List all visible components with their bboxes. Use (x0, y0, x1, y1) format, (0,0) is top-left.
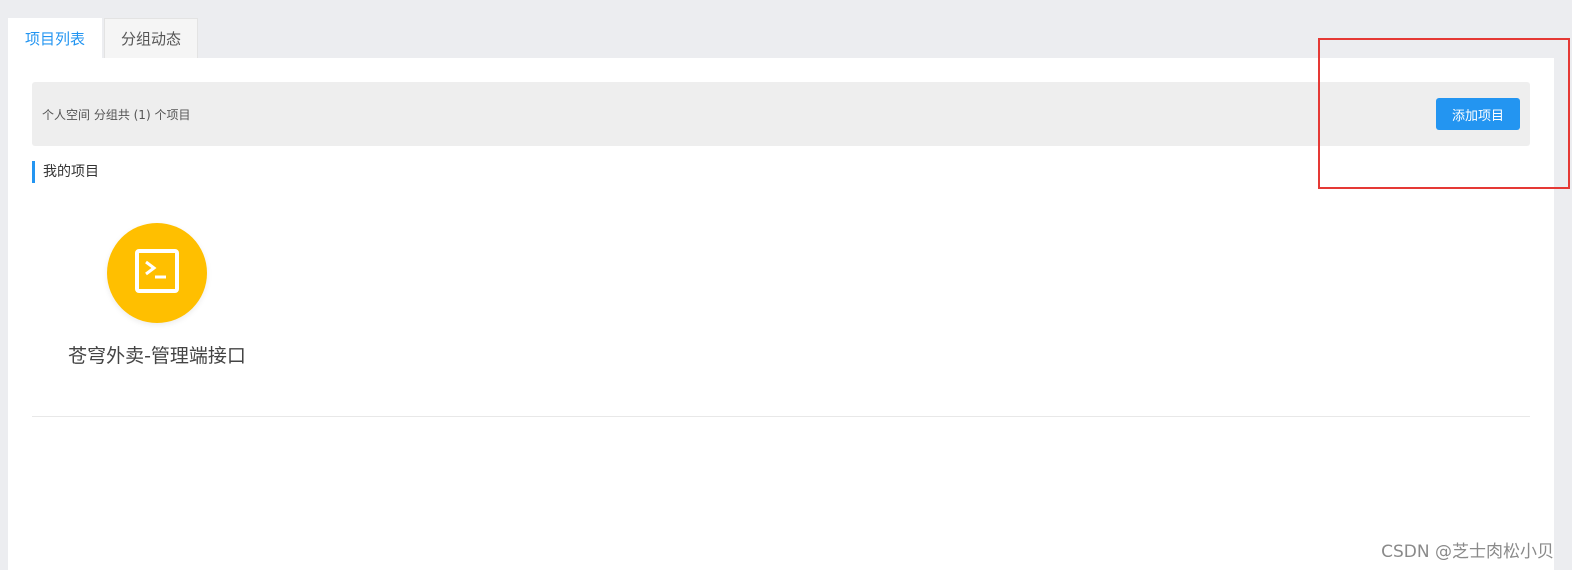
project-name: 苍穹外卖-管理端接口 (68, 345, 246, 367)
divider (32, 416, 1530, 417)
tab-project-list[interactable]: 项目列表 (8, 18, 103, 58)
tab-bar: 项目列表 分组动态 (8, 18, 199, 58)
group-info-bar: 个人空间 分组共 (1) 个项目 添加项目 (32, 82, 1530, 146)
terminal-icon (135, 249, 179, 297)
project-logo (107, 223, 207, 323)
tab-group-activity[interactable]: 分组动态 (104, 18, 199, 58)
annotation-highlight-box (1318, 38, 1570, 189)
group-info-text: 个人空间 分组共 (1) 个项目 (42, 107, 191, 122)
section-title-my-projects: 我的项目 (32, 161, 99, 183)
watermark: CSDN @芝士肉松小贝 (1381, 542, 1554, 562)
project-card[interactable]: 苍穹外卖-管理端接口 (62, 223, 252, 368)
